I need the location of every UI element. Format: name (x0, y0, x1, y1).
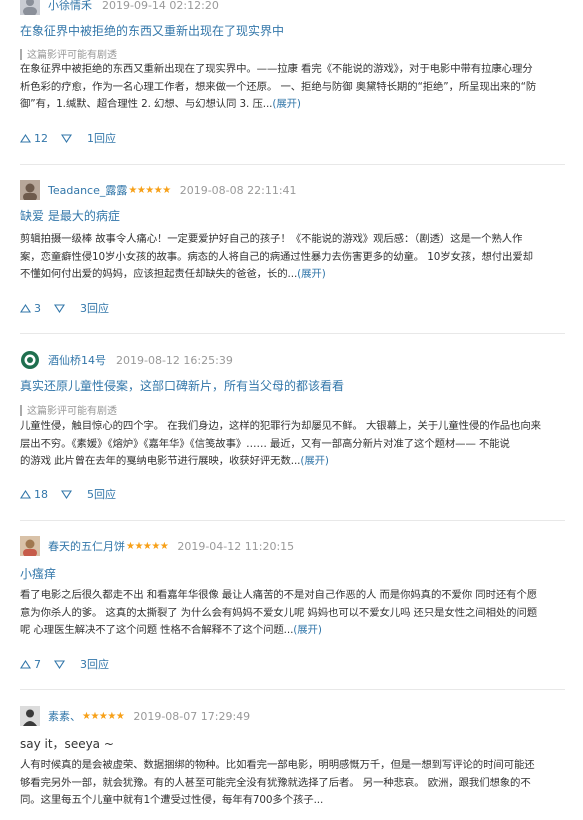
excerpt-line: 御”有，1.缄默、超合理性 2. 幻想、与幻想认同 3. 压...(展开) (20, 96, 565, 114)
username-link[interactable]: Teadance_露露 (48, 182, 127, 198)
user-avatar[interactable] (20, 350, 40, 370)
username-link[interactable]: 小徐情禾 (48, 0, 92, 13)
review-header: 素素、 ★★★★★ 2019-08-07 17:29:49 (20, 705, 250, 727)
thumb-down-icon (54, 659, 65, 669)
review-header: 酒仙桥14号 2019-08-12 16:25:39 (20, 349, 233, 371)
review-excerpt: 儿童性侵，触目惊心的四个字。 在我们身边，这样的犯罪行为却屡见不鲜。 大银幕上，… (20, 418, 565, 471)
upvote-button[interactable]: 3 (20, 302, 41, 315)
review-divider (20, 520, 565, 521)
excerpt-text: 呢 心理医生解决不了这个问题 性格不合解释不了这个问题... (20, 624, 294, 636)
excerpt-line: 剪辑拍摄一级棒 故事令人痛心！一定要爱护好自己的孩子！《不能说的游戏》观后感：（… (20, 233, 523, 245)
username-link[interactable]: 春天的五仁月饼 (48, 538, 125, 554)
username-link[interactable]: 酒仙桥14号 (48, 352, 106, 368)
excerpt-line: 看了电影之后很久都走不出 和看嘉年华很像 最让人痛苦的不是对自己作恶的人 而是你… (20, 589, 538, 601)
upvote-button[interactable]: 18 (20, 488, 48, 501)
user-avatar[interactable] (20, 0, 40, 15)
review-title-link[interactable]: 小瘙痒 (20, 565, 56, 582)
user-avatar[interactable] (20, 180, 40, 200)
downvote-button[interactable] (54, 303, 65, 313)
review-divider (20, 689, 565, 690)
downvote-button[interactable] (61, 489, 72, 499)
reply-count-link[interactable]: 5回应 (87, 486, 116, 502)
review-timestamp: 2019-08-12 16:25:39 (116, 353, 233, 367)
excerpt-line: 儿童性侵，触目惊心的四个字。 在我们身边，这样的犯罪行为却屡见不鲜。 大银幕上，… (20, 420, 541, 432)
excerpt-line: 够看完另外一部，就会犹豫。有的人甚至可能完全没有犹豫就选择了后者。 另一种悲哀。… (20, 776, 531, 789)
review-header: 小徐情禾 2019-09-14 02:12:20 (20, 0, 219, 16)
reply-count-link[interactable]: 3回应 (80, 300, 109, 316)
thumb-up-icon (20, 659, 31, 669)
review-actions: 7 3回应 (20, 655, 109, 673)
rating-stars: ★★★★★ (128, 184, 171, 196)
review-divider (20, 333, 565, 334)
excerpt-line: 析色彩的疗愈，作为一名心理工作者，想来做一个还原。 一、拒绝与防御 奥黛特长期的… (20, 80, 537, 93)
thumb-up-icon (20, 489, 31, 499)
expand-link[interactable]: (展开) (272, 98, 301, 110)
review-timestamp: 2019-04-12 11:20:15 (177, 539, 295, 553)
review-divider (20, 164, 565, 165)
excerpt-line: 案，恋童癖性侵10岁小女孩的故事。病态的人将自己的病通过性暴力去伤害更多的幼童。… (20, 250, 533, 263)
excerpt-line: 在象征界中被拒绝的东西又重新出现在了现实界中。——拉康 看完《不能说的游戏》，对… (20, 63, 533, 75)
excerpt-line: 的游戏 此片曾在去年的戛纳电影节进行展映，收获好评无数...(展开) (20, 453, 565, 471)
excerpt-line: 同。这里每五个儿童中就有1个遭受过性侵，每年有700多个孩子... (20, 794, 324, 806)
review-excerpt: 剪辑拍摄一级棒 故事令人痛心！一定要爱护好自己的孩子！《不能说的游戏》观后感：（… (20, 231, 565, 284)
upvote-button[interactable]: 12 (20, 132, 48, 145)
spoiler-warning: 这篇影评可能有剧透 (20, 402, 117, 417)
excerpt-text: 御”有，1.缄默、超合理性 2. 幻想、与幻想认同 3. 压... (20, 98, 273, 110)
rating-stars: ★★★★★ (82, 710, 125, 722)
excerpt-text: 的游戏 此片曾在去年的戛纳电影节进行展映，收获好评无数... (20, 455, 301, 467)
reply-count-link[interactable]: 1回应 (87, 130, 116, 146)
upvote-count: 3 (34, 301, 41, 315)
review-actions: 3 3回应 (20, 299, 109, 317)
review-actions: 12 1回应 (20, 129, 116, 147)
username-link[interactable]: 素素、 (48, 708, 81, 724)
excerpt-line: 层出不穷。《素媛》《熔炉》《嘉年华》《信笺故事》…… 最近，又有一部高分新片对准… (20, 437, 510, 450)
review-title-link[interactable]: 真实还原儿童性侵案，这部口碑新片，所有当父母的都该看看 (20, 377, 344, 394)
excerpt-text: 不懂如何付出爱的妈妈，应该担起责任却缺失的爸爸，长的... (20, 268, 298, 280)
review-header: 春天的五仁月饼 ★★★★★ 2019-04-12 11:20:15 (20, 535, 294, 557)
expand-link[interactable]: (展开) (293, 624, 322, 636)
rating-stars: ★★★★★ (126, 540, 169, 552)
review-excerpt: 看了电影之后很久都走不出 和看嘉年华很像 最让人痛苦的不是对自己作恶的人 而是你… (20, 587, 565, 640)
expand-link[interactable]: (展开) (297, 268, 326, 280)
thumb-up-icon (20, 303, 31, 313)
review-excerpt: 人有时候真的是会被虚荣、数据捆绑的物种。比如看完一部电影，明明感慨万千，但是一想… (20, 757, 565, 810)
downvote-button[interactable] (61, 133, 72, 143)
thumb-down-icon (61, 489, 72, 499)
review-title-link[interactable]: 缺爱 是最大的病症 (20, 207, 120, 224)
excerpt-line: 意为你杀人的爹。 这真的太撕裂了 为什么会有妈妈不爱女儿呢 妈妈也可以不爱女儿吗… (20, 606, 538, 619)
upvote-count: 18 (34, 487, 48, 501)
review-timestamp: 2019-09-14 02:12:20 (102, 0, 219, 12)
reply-count-link[interactable]: 3回应 (80, 656, 109, 672)
user-avatar[interactable] (20, 536, 40, 556)
excerpt-line: 不懂如何付出爱的妈妈，应该担起责任却缺失的爸爸，长的...(展开) (20, 266, 565, 284)
downvote-button[interactable] (54, 659, 65, 669)
review-title[interactable]: say it，seeya ~ (20, 735, 114, 752)
review-title-link[interactable]: 在象征界中被拒绝的东西又重新出现在了现实界中 (20, 22, 284, 39)
expand-link[interactable]: (展开) (300, 455, 329, 467)
review-excerpt: 在象征界中被拒绝的东西又重新出现在了现实界中。——拉康 看完《不能说的游戏》，对… (20, 61, 565, 114)
review-timestamp: 2019-08-08 22:11:41 (179, 183, 297, 197)
excerpt-line: 呢 心理医生解决不了这个问题 性格不合解释不了这个问题...(展开) (20, 622, 565, 640)
upvote-count: 7 (34, 657, 41, 671)
user-avatar[interactable] (20, 706, 40, 726)
excerpt-line: 人有时候真的是会被虚荣、数据捆绑的物种。比如看完一部电影，明明感慨万千，但是一想… (20, 759, 535, 771)
thumb-down-icon (54, 303, 65, 313)
review-timestamp: 2019-08-07 17:29:49 (133, 709, 251, 723)
thumb-down-icon (61, 133, 72, 143)
review-header: Teadance_露露 ★★★★★ 2019-08-08 22:11:41 (20, 179, 297, 201)
thumb-up-icon (20, 133, 31, 143)
spoiler-warning: 这篇影评可能有剧透 (20, 46, 117, 61)
upvote-button[interactable]: 7 (20, 658, 41, 671)
review-actions: 18 5回应 (20, 485, 116, 503)
upvote-count: 12 (34, 131, 48, 145)
